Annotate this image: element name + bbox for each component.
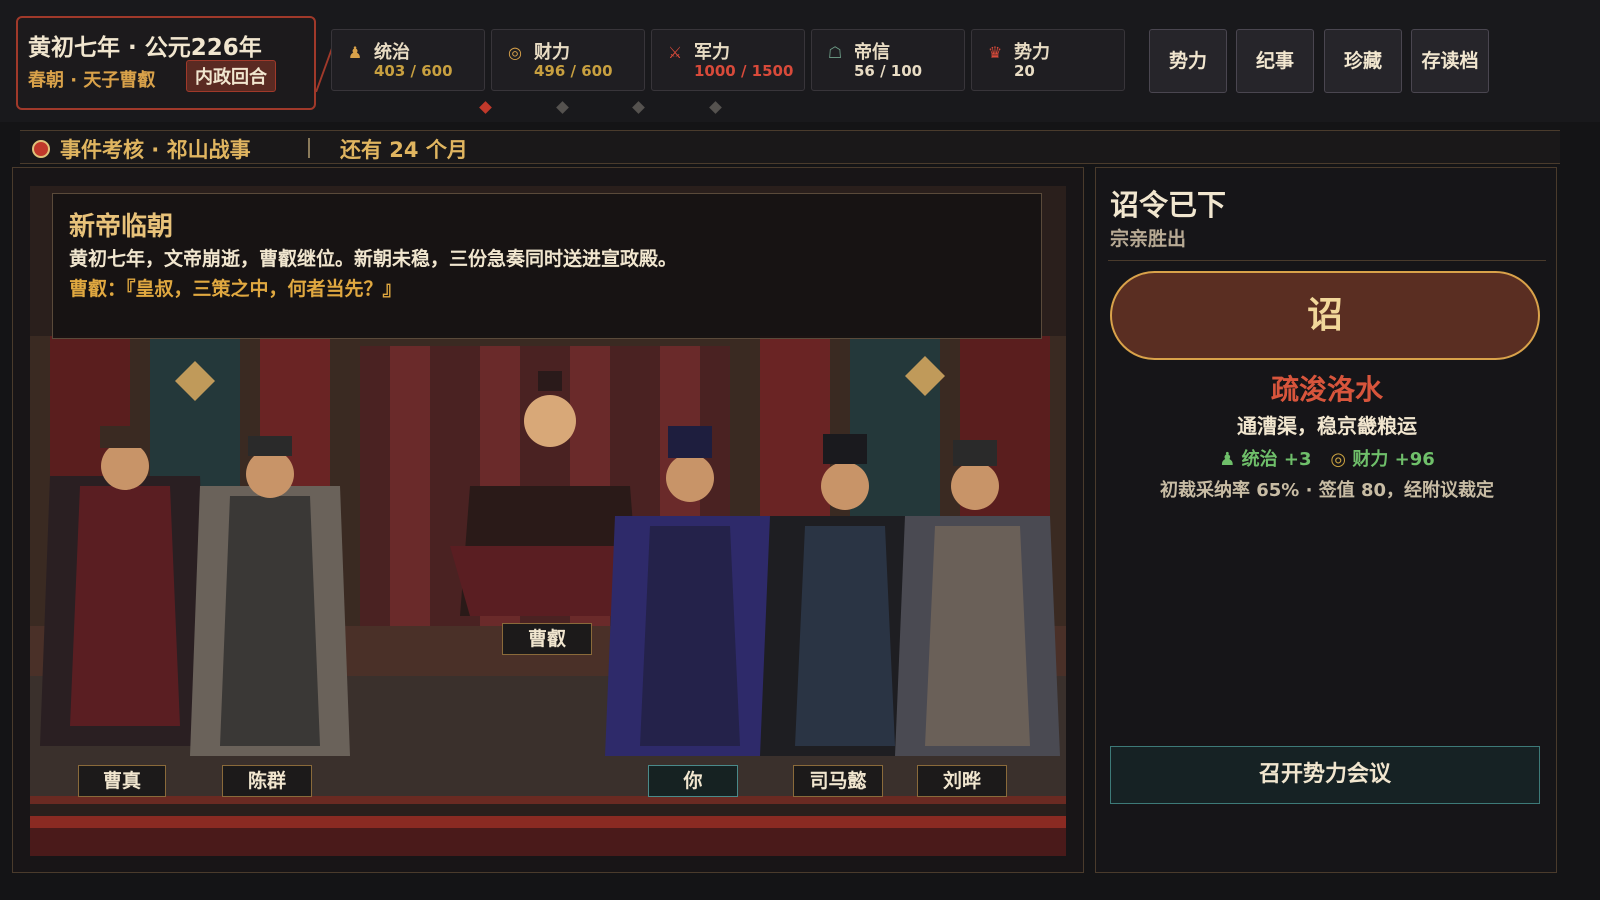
stat-military[interactable]: ⚔ 军力 1000 / 1500 <box>651 29 805 91</box>
stat-value: 56 / 100 <box>854 62 923 80</box>
event-countdown: 还有 24 个月 <box>340 138 468 162</box>
effect-governance: 统治 +3 <box>1241 449 1312 470</box>
coins-icon: ◎ <box>508 43 522 62</box>
people-icon: ♟ <box>347 43 363 62</box>
policy-effects: ♟ 统治 +3 ◎ 财力 +96 <box>1096 445 1558 471</box>
court-info: 春朝 · 天子曹叡 <box>28 70 156 91</box>
decree-result: 宗亲胜出 <box>1110 228 1187 250</box>
policy-description: 通漕渠，稳京畿粮运 <box>1237 414 1417 438</box>
divider <box>308 138 310 158</box>
save-load-button[interactable]: 存读档 <box>1411 29 1489 93</box>
character-sima-yi[interactable]: 司马懿 <box>793 765 883 797</box>
event-bar: 事件考核 · 祁山战事 还有 24 个月 <box>20 130 1560 164</box>
decree-title: 诏令已下 <box>1110 188 1227 222</box>
stat-imperial-trust[interactable]: ☖ 帝信 56 / 100 <box>811 29 965 91</box>
stat-influence[interactable]: ♛ 势力 20 <box>971 29 1125 91</box>
stat-value: 20 <box>1014 62 1035 80</box>
chronicle-button[interactable]: 纪事 <box>1236 29 1314 93</box>
character-chen-qun[interactable]: 陈群 <box>222 765 312 797</box>
handshake-icon: ☖ <box>827 43 843 62</box>
character-liu-ye[interactable]: 刘晔 <box>917 765 1007 797</box>
stat-governance[interactable]: ♟ 统治 403 / 600 <box>331 29 485 91</box>
stat-label: 财力 <box>534 42 570 63</box>
character-cao-zhen[interactable]: 曹真 <box>78 765 166 797</box>
event-title: 事件考核 · 祁山战事 <box>60 138 251 162</box>
stat-label: 统治 <box>374 42 410 63</box>
adoption-note: 初裁采纳率 65% · 签值 80，经附议裁定 <box>1159 480 1495 501</box>
convene-council-button[interactable]: 召开势力会议 <box>1110 746 1540 804</box>
effect-wealth: 财力 +96 <box>1352 449 1435 470</box>
stat-label: 军力 <box>694 42 730 63</box>
treasures-button[interactable]: 珍藏 <box>1324 29 1402 93</box>
policy-name: 疏浚洛水 <box>1270 373 1383 406</box>
crossed-swords-icon: ⚔ <box>667 43 683 62</box>
reign-date: 黄初七年 · 公元226年 <box>28 35 262 61</box>
phase-badge: 内政回合 <box>186 60 276 92</box>
narration-text: 黄初七年，文帝崩逝，曹叡继位。新朝未稳，三份急奏同时送进宣政殿。 <box>69 248 678 270</box>
crown-icon: ♛ <box>987 43 1003 62</box>
stat-label: 势力 <box>1014 42 1050 63</box>
people-icon: ♟ <box>1219 449 1236 470</box>
stat-value: 496 / 600 <box>534 62 613 80</box>
stat-wealth[interactable]: ◎ 财力 496 / 600 <box>491 29 645 91</box>
narration-box: 新帝临朝 黄初七年，文帝崩逝，曹叡继位。新朝未稳，三份急奏同时送进宣政殿。 曹叡… <box>52 193 1042 339</box>
character-emperor[interactable]: 曹叡 <box>502 623 592 655</box>
divider <box>1108 260 1546 261</box>
coins-icon: ◎ <box>1330 449 1347 470</box>
event-marker-icon <box>32 140 50 158</box>
faction-button[interactable]: 势力 <box>1149 29 1227 93</box>
stat-value: 1000 / 1500 <box>694 62 794 80</box>
stat-label: 帝信 <box>854 42 890 63</box>
date-panel: 黄初七年 · 公元226年 春朝 · 天子曹叡 内政回合 <box>16 16 316 110</box>
decree-button[interactable]: 诏 <box>1110 271 1540 360</box>
character-player[interactable]: 你 <box>648 765 738 797</box>
narration-quote: 曹叡：『皇叔，三策之中，何者当先？』 <box>69 278 402 300</box>
stat-value: 403 / 600 <box>374 62 453 80</box>
narration-title: 新帝临朝 <box>69 212 174 242</box>
decree-panel: 诏令已下 宗亲胜出 诏 疏浚洛水 通漕渠，稳京畿粮运 ♟ 统治 +3 ◎ 财力 … <box>1095 167 1557 873</box>
